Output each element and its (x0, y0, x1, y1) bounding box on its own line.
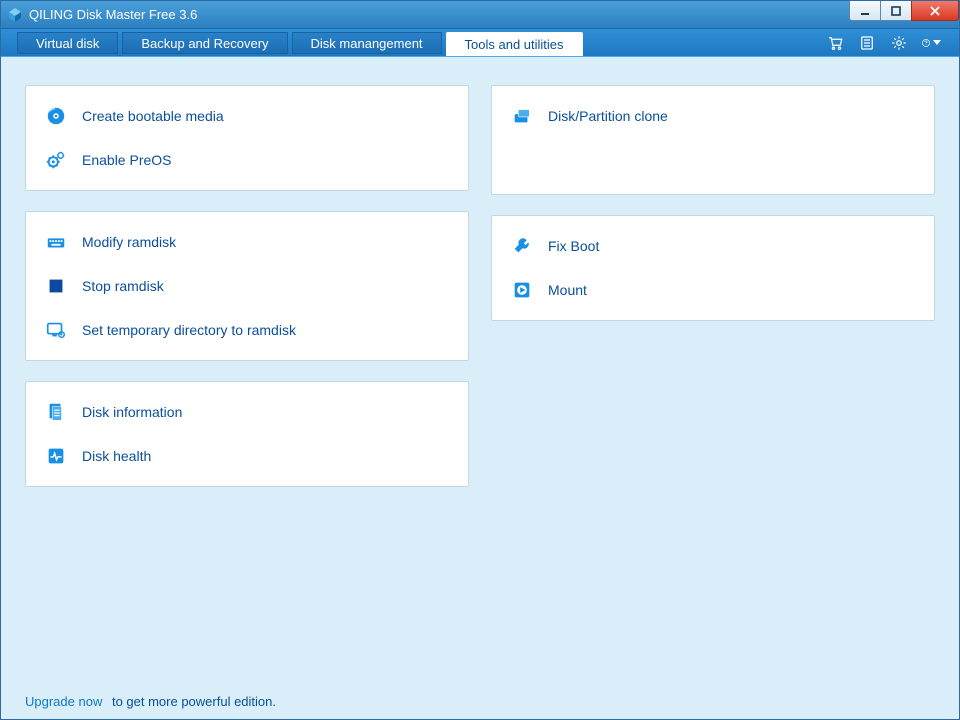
chevron-down-icon (933, 40, 941, 45)
window-title: QILING Disk Master Free 3.6 (29, 7, 197, 22)
content-area: Create bootable media Enable PreOS Modify … (1, 57, 959, 719)
titlebar: QILING Disk Master Free 3.6 (1, 1, 959, 29)
tab-backup-and-recovery[interactable]: Backup and Recovery (122, 32, 287, 54)
set-temp-dir-ramdisk[interactable]: Set temporary directory to ramdisk (26, 308, 468, 352)
tab-label: Disk manangement (311, 36, 423, 51)
cart-icon[interactable] (825, 33, 845, 53)
disk-information[interactable]: Disk information (26, 390, 468, 434)
tool-item-label: Fix Boot (548, 238, 599, 254)
tool-item-label: Mount (548, 282, 587, 298)
stop-ramdisk[interactable]: Stop ramdisk (26, 264, 468, 308)
topbar-icons (825, 29, 959, 56)
modify-ramdisk[interactable]: Modify ramdisk (26, 220, 468, 264)
enable-preos[interactable]: Enable PreOS (26, 138, 468, 182)
tool-item-label: Disk/Partition clone (548, 108, 668, 124)
create-bootable-media[interactable]: Create bootable media (26, 94, 468, 138)
card: Modify ramdisk Stop ramdisk Set temporary … (25, 211, 469, 361)
mount[interactable]: Mount (492, 268, 934, 312)
play-icon (510, 278, 534, 302)
stop-icon (44, 274, 68, 298)
fix-boot[interactable]: Fix Boot (492, 224, 934, 268)
footer: Upgrade now to get more powerful edition… (25, 694, 276, 709)
tool-item-label: Set temporary directory to ramdisk (82, 322, 296, 338)
gears-icon (44, 148, 68, 172)
tab-label: Virtual disk (36, 36, 99, 51)
tool-item-label: Disk information (82, 404, 182, 420)
upgrade-link[interactable]: Upgrade now (25, 694, 102, 709)
maximize-button[interactable] (880, 1, 912, 21)
document-icon (44, 400, 68, 424)
tool-item-label: Enable PreOS (82, 152, 172, 168)
disk-health[interactable]: Disk health (26, 434, 468, 478)
window-controls (850, 1, 959, 21)
gear-icon[interactable] (889, 33, 909, 53)
card: Disk information Disk health (25, 381, 469, 487)
wrench-icon (510, 234, 534, 258)
minimize-button[interactable] (849, 1, 881, 21)
card: Fix Boot Mount (491, 215, 935, 321)
list-icon[interactable] (857, 33, 877, 53)
tab-label: Tools and utilities (465, 37, 564, 52)
card: Create bootable media Enable PreOS (25, 85, 469, 191)
tab-tools-and-utilities[interactable]: Tools and utilities (446, 32, 583, 56)
tab-label: Backup and Recovery (141, 36, 268, 51)
tool-item-label: Create bootable media (82, 108, 224, 124)
topbar: Virtual disk Backup and Recovery Disk mana… (1, 29, 959, 57)
tab-disk-manangement[interactable]: Disk manangement (292, 32, 442, 54)
close-button[interactable] (911, 1, 959, 21)
monitor-gear-icon (44, 318, 68, 342)
app-window: QILING Disk Master Free 3.6 Virtual disk… (0, 0, 960, 720)
disk-partition-clone[interactable]: Disk/Partition clone (492, 94, 934, 138)
card: Disk/Partition clone (491, 85, 935, 195)
tool-item-label: Disk health (82, 448, 151, 464)
footer-text: to get more powerful edition. (112, 694, 276, 709)
tab-virtual-disk[interactable]: Virtual disk (17, 32, 118, 54)
tool-item-label: Modify ramdisk (82, 234, 176, 250)
keyboard-icon (44, 230, 68, 254)
heartbeat-icon (44, 444, 68, 468)
clone-icon (510, 104, 534, 128)
tool-item-label: Stop ramdisk (82, 278, 164, 294)
app-icon (7, 7, 23, 23)
help-dropdown[interactable] (921, 33, 941, 53)
disc-icon (44, 104, 68, 128)
